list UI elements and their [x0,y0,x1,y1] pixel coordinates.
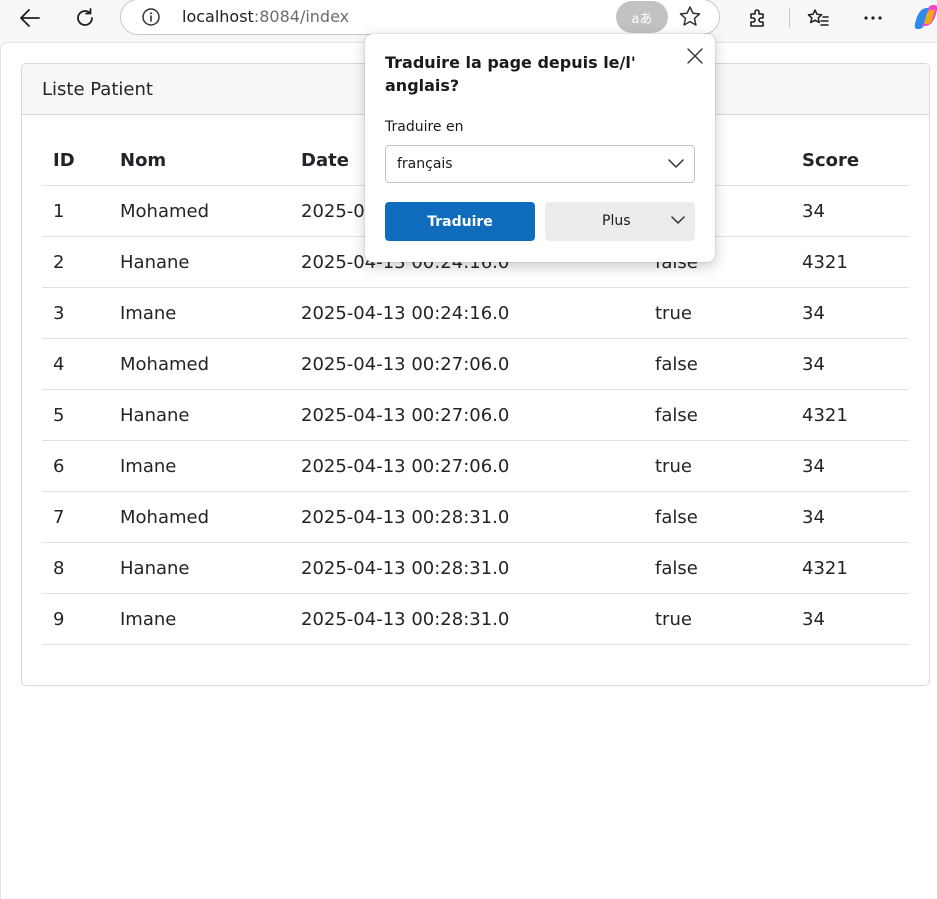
chevron-down-icon [671,216,685,224]
cell-nom: Mohamed [109,491,290,543]
cell-score: 34 [791,491,909,543]
puzzle-icon [750,9,764,27]
cell-nom: Hanane [109,542,290,594]
cell-nom: Mohamed [109,185,290,237]
cell-score: 34 [791,185,909,237]
close-icon [687,48,703,64]
cell-nom: Imane [109,593,290,645]
cell-date: 2025-04-13 00:28:31.0 [290,491,644,543]
cell-nom: Mohamed [109,338,290,390]
table-row: 5 Hanane 2025-04-13 00:27:06.0 false 432… [42,389,909,441]
cell-date: 2025-04-13 00:28:31.0 [290,593,644,645]
cell-date: 2025-04-13 00:24:16.0 [290,287,644,339]
cell-id: 3 [42,287,109,339]
cell-date: 2025-04-13 00:27:06.0 [290,338,644,390]
translate-action-button[interactable]: Traduire [385,202,535,241]
table-row: 3 Imane 2025-04-13 00:24:16.0 true 34 [42,287,909,339]
cell-id: 4 [42,338,109,390]
cell-date: 2025-04-13 00:27:06.0 [290,440,644,492]
cell-status: false [644,389,791,441]
cell-id: 7 [42,491,109,543]
cell-score: 34 [791,593,909,645]
cell-id: 6 [42,440,109,492]
cell-id: 2 [42,236,109,288]
cell-id: 8 [42,542,109,594]
cell-status: true [644,440,791,492]
table-row: 6 Imane 2025-04-13 00:27:06.0 true 34 [42,440,909,492]
column-header-nom: Nom [109,135,290,186]
favorites-button[interactable] [802,2,834,34]
reload-button[interactable] [69,2,101,34]
cell-status: true [644,593,791,645]
cell-score: 34 [791,338,909,390]
url-host: localhost [182,7,254,26]
cell-id: 1 [42,185,109,237]
close-button[interactable] [681,42,709,70]
cell-status: true [644,287,791,339]
more-options-button[interactable]: Plus [545,202,695,241]
favorite-star-icon[interactable] [677,4,703,34]
favorites-list-icon [807,9,829,26]
cell-score: 4321 [791,389,909,441]
cell-score: 34 [791,287,909,339]
copilot-icon[interactable] [911,4,937,30]
more-options-label: Plus [602,213,631,229]
table-row: 4 Mohamed 2025-04-13 00:27:06.0 false 34 [42,338,909,390]
translate-button[interactable]: aあ [616,1,668,33]
table-row: 7 Mohamed 2025-04-13 00:28:31.0 false 34 [42,491,909,543]
ellipsis-icon [864,16,882,20]
column-header-id: ID [42,135,109,186]
translate-popup: Traduire la page depuis le/l' anglais? T… [365,34,715,262]
popup-title: Traduire la page depuis le/l' anglais? [385,53,636,95]
url-path: :8084/index [253,7,350,26]
refresh-icon [77,8,93,26]
cell-status: false [644,338,791,390]
cell-date: 2025-04-13 00:27:06.0 [290,389,644,441]
extensions-button[interactable] [742,2,774,34]
cell-status: false [644,542,791,594]
column-header-score: Score [791,135,909,186]
address-bar[interactable]: localhost:8084/index aあ [120,0,720,35]
target-language-label: Traduire en [385,119,464,135]
cell-score: 4321 [791,542,909,594]
site-info-icon[interactable] [141,7,161,31]
selected-language: français [397,156,453,172]
cell-score: 34 [791,440,909,492]
more-menu-button[interactable] [857,2,889,34]
arrow-left-icon [20,9,40,27]
toolbar-separator [789,8,790,28]
cell-date: 2025-04-13 00:28:31.0 [290,542,644,594]
cell-status: false [644,491,791,543]
table-row: 9 Imane 2025-04-13 00:28:31.0 true 34 [42,593,909,645]
chevron-down-icon [668,159,684,168]
cell-nom: Hanane [109,389,290,441]
cell-nom: Hanane [109,236,290,288]
cell-id: 9 [42,593,109,645]
back-button[interactable] [14,2,46,34]
browser-toolbar: localhost:8084/index aあ [0,0,937,36]
cell-score: 4321 [791,236,909,288]
target-language-select[interactable]: français [385,145,695,183]
url-text: localhost:8084/index [182,7,349,26]
cell-id: 5 [42,389,109,441]
cell-nom: Imane [109,287,290,339]
table-row: 8 Hanane 2025-04-13 00:28:31.0 false 432… [42,542,909,594]
cell-nom: Imane [109,440,290,492]
